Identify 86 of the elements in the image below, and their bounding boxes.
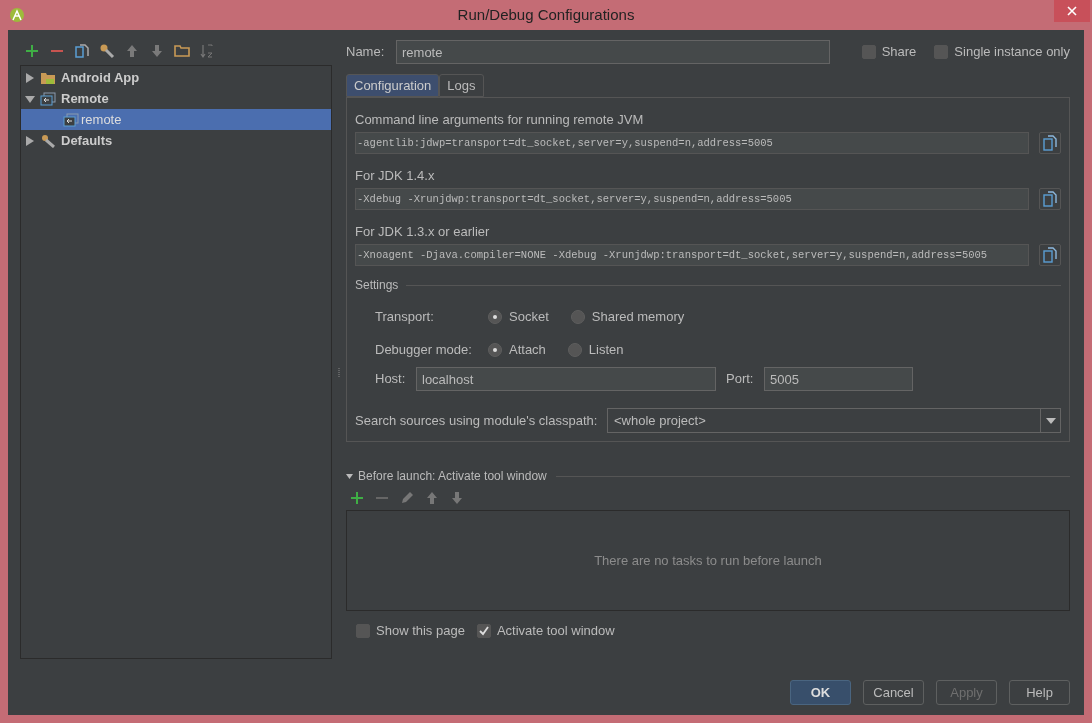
port-field[interactable]: 5005 [764,367,913,391]
checkbox-label[interactable]: Show this page [376,621,465,641]
radio-button[interactable] [488,310,502,324]
pencil-icon [400,491,414,505]
name-label: Name: [346,43,386,62]
arguments-field[interactable]: -Xdebug -Xrunjdwp:transport=dt_socket,server=y,suspend=n,address=5005 [355,188,1029,210]
add-icon [24,43,40,59]
classpath-dropdown[interactable]: <whole project> [607,408,1061,433]
up-arrow-icon [425,491,439,505]
copy-icon [1043,135,1057,151]
up-arrow-button[interactable] [124,43,140,59]
copy-button[interactable] [1039,244,1061,266]
close-icon [1067,6,1077,16]
expand-arrow-icon [25,72,35,83]
radio-label[interactable]: Listen [588,340,624,360]
radio-button[interactable] [570,310,585,324]
collapse-arrow-icon [25,93,35,104]
dialog-button[interactable]: Cancel [863,680,924,705]
radio-group-label: Transport: [375,308,435,327]
host-label: Host: [375,370,407,389]
up-arrow-icon [124,43,140,59]
pencil-button[interactable] [400,491,416,505]
add-icon [350,491,364,505]
tree-item[interactable]: Remote [61,88,109,109]
name-field[interactable]: remote [396,40,830,64]
section-title: Settings [355,277,399,294]
copy-button[interactable] [1039,132,1061,154]
tab[interactable]: Configuration [346,74,440,97]
remote-icon [63,112,79,127]
radio-button[interactable] [488,343,502,357]
add-button[interactable] [350,491,366,505]
checkbox[interactable] [861,45,876,59]
tab[interactable]: Logs [439,74,484,97]
tree-row[interactable]: remote [21,109,331,130]
checkbox[interactable] [934,45,949,59]
sort-icon [199,43,215,59]
wrench-button[interactable] [99,43,115,59]
tree-item[interactable]: Android App [61,67,140,88]
copy-button[interactable] [74,43,90,59]
dialog-button[interactable]: OK [790,680,851,705]
folder-button[interactable] [174,43,190,59]
remote-icon [40,91,56,106]
expand-arrow-icon [25,135,35,146]
copy-button[interactable] [1039,188,1061,210]
wrench-icon [99,43,115,59]
checkmark-icon [478,626,489,636]
wrench-icon [40,133,56,148]
down-arrow-icon [450,491,464,505]
window-title: Run/Debug Configurations [457,5,635,26]
field-label: For JDK 1.3.x or earlier [355,223,491,240]
field-label: Command line arguments for running remote JVM [355,111,645,128]
sort-button[interactable] [199,43,215,59]
down-arrow-icon [149,43,165,59]
empty-message: There are no tasks to run before launch [594,551,822,570]
radio-group-label: Debugger mode: [375,341,473,360]
dropdown-value: <whole project> [613,411,707,430]
field-label: For JDK 1.4.x [355,167,436,184]
copy-icon [74,43,90,59]
android-logo-icon [10,8,24,22]
dialog-button[interactable]: Help [1009,680,1070,705]
close-button[interactable] [1054,0,1090,22]
search-sources-label: Search sources using module's classpath: [355,411,599,430]
splitter-handle-icon [337,367,341,378]
checkbox-label[interactable]: Activate tool window [496,621,615,641]
radio-button[interactable] [567,343,582,357]
section-title[interactable]: Before launch: Activate tool window [358,467,547,485]
host-field[interactable]: localhost [416,367,716,391]
checkbox[interactable] [476,624,491,638]
checkbox[interactable] [356,624,370,638]
radio-label[interactable]: Socket [509,307,549,327]
tree-item[interactable]: Defaults [61,130,113,151]
arguments-field[interactable]: -agentlib:jdwp=transport=dt_socket,server=y,suspend=n,address=5005 [355,132,1029,154]
down-arrow-button[interactable] [149,43,165,59]
arguments-field[interactable]: -Xnoagent -Djava.compiler=NONE -Xdebug -Xrunjdwp:transport=dt_socket,server=y,suspend=n,address=5005 [355,244,1029,266]
copy-icon [1043,247,1057,263]
copy-icon [1043,191,1057,207]
checkbox-label[interactable]: Share [881,42,917,62]
radio-label[interactable]: Attach [509,340,546,360]
folder-icon [174,43,190,59]
checkbox-label[interactable]: Single instance only [954,42,1070,62]
add-button[interactable] [24,43,40,59]
port-label: Port: [726,370,755,389]
radio-label[interactable]: Shared memory [591,307,685,327]
tree-item[interactable]: remote [81,109,122,130]
dropdown-arrow-icon [1045,417,1056,424]
folder-icon [40,70,56,85]
